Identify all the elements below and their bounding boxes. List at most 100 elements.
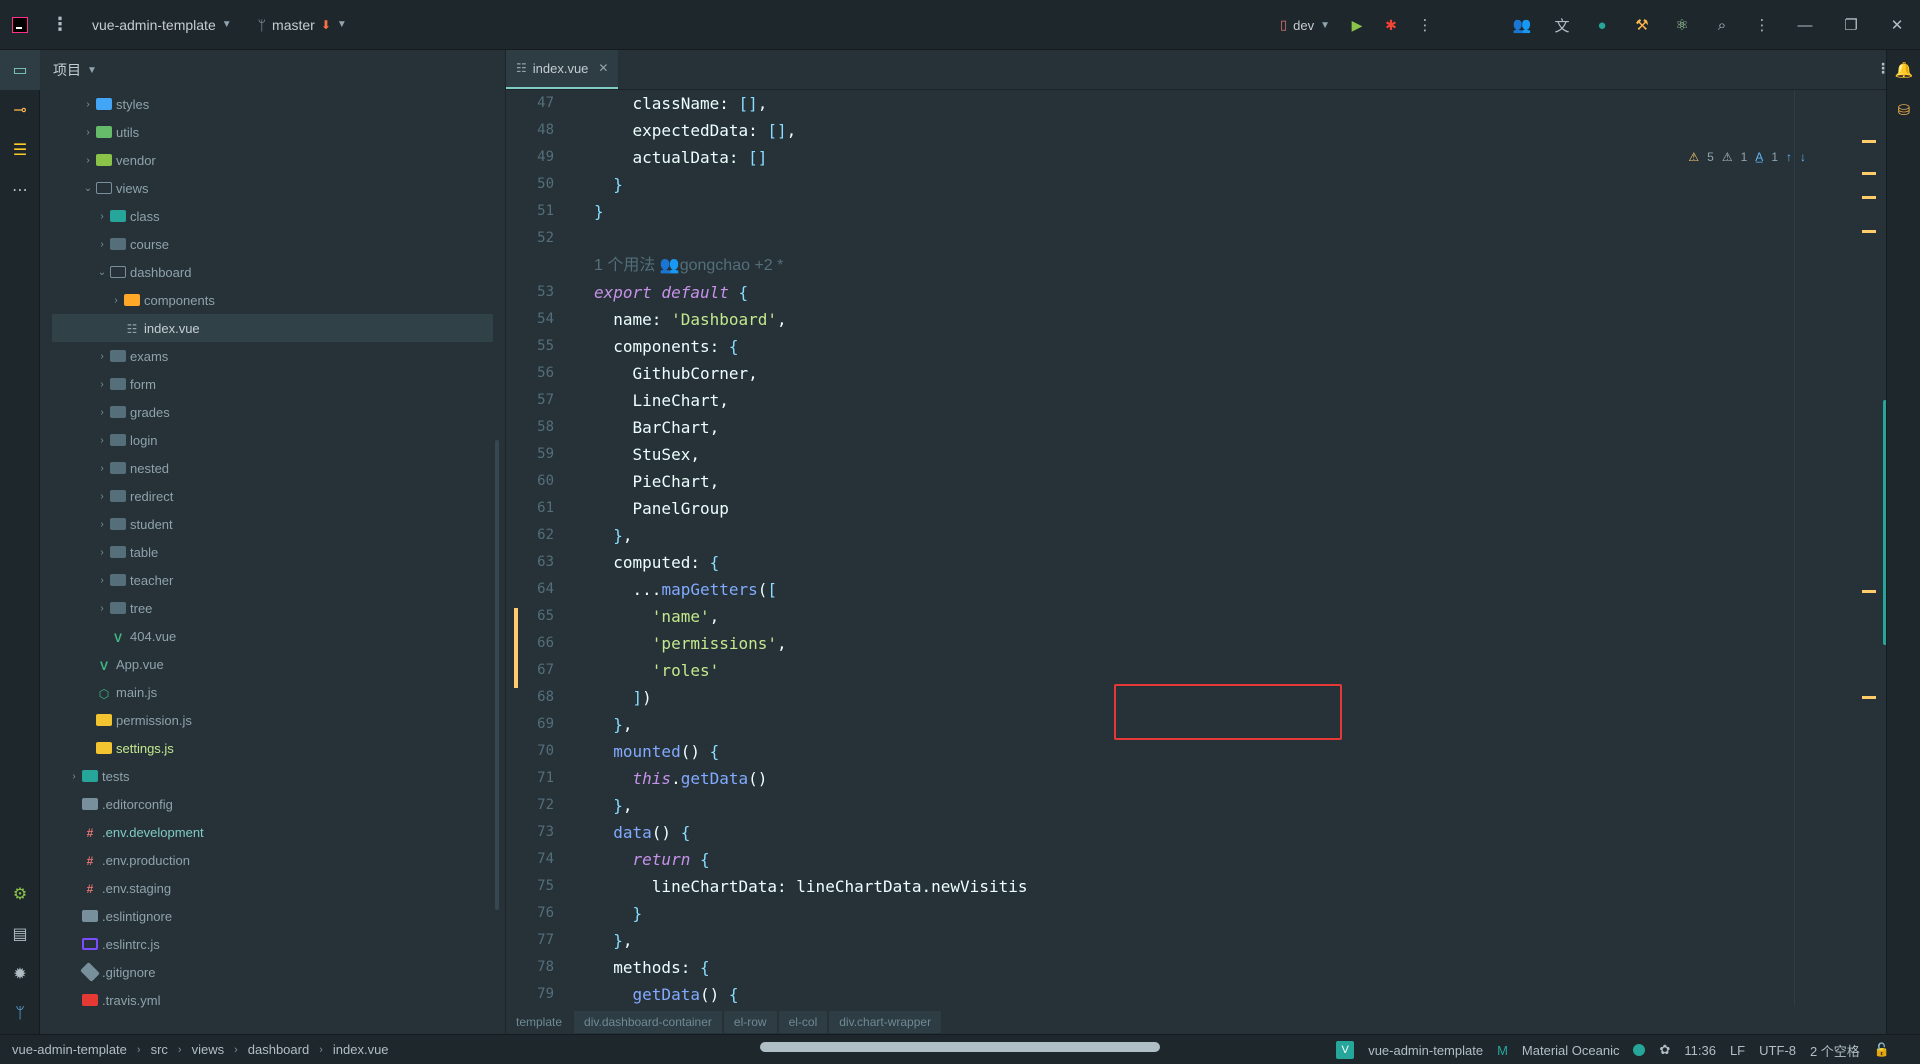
code-area[interactable]: className: [], expectedData: [], actualD… [594,90,1774,1008]
chevron-right-icon[interactable]: › [94,547,110,558]
paw-icon[interactable]: ✿ [1659,1042,1670,1058]
status-project[interactable]: vue-admin-template [1368,1043,1483,1058]
error-stripe-marker[interactable] [1862,590,1876,593]
error-stripe-marker[interactable] [1862,140,1876,143]
status-encoding[interactable]: UTF-8 [1759,1043,1796,1058]
chevron-right-icon[interactable]: › [94,351,110,362]
tree-item[interactable]: .gitignore [40,958,505,986]
chevron-right-icon[interactable]: › [80,155,96,166]
tree-item[interactable]: › course [40,230,505,258]
close-tab-icon[interactable]: ✕ [598,61,608,75]
tree-item[interactable]: ⌄ views [40,174,505,202]
tree-item[interactable]: › login [40,426,505,454]
prev-problem-icon[interactable]: ↑ [1786,150,1792,164]
tree-item[interactable]: .eslintrc.js [40,930,505,958]
tree-item[interactable]: › tests [40,762,505,790]
debug-button[interactable]: ✱ [1374,0,1408,50]
next-problem-icon[interactable]: ↓ [1800,150,1806,164]
chevron-down-icon[interactable]: ⌄ [94,267,110,278]
breadcrumb-item[interactable]: el-col [778,1011,828,1033]
record-icon[interactable]: ● [1582,0,1622,50]
structure-tool-icon[interactable]: ☰ [0,130,40,170]
tree-item[interactable]: › tree [40,594,505,622]
terminal-tool-icon[interactable]: ▤ [0,914,40,954]
project-tool-icon[interactable]: ▭ [0,50,40,90]
status-path-item[interactable]: dashboard [248,1042,309,1057]
chevron-right-icon[interactable]: › [94,491,110,502]
services-tool-icon[interactable]: ⚙ [0,874,40,914]
tree-item[interactable]: # .env.development [40,818,505,846]
chevron-right-icon[interactable]: › [94,603,110,614]
restore-button[interactable]: ❐ [1828,0,1874,50]
chevron-right-icon[interactable]: › [66,771,82,782]
chevron-right-icon[interactable]: › [94,435,110,446]
vcs-change-marker[interactable] [514,608,518,688]
build-tools-icon[interactable]: ⚒ [1622,0,1662,50]
chevron-right-icon[interactable]: › [94,379,110,390]
main-menu-icon[interactable]: ⋮ [40,14,80,35]
more-actions-button[interactable]: ⋮ [1408,0,1442,50]
status-path-item[interactable]: index.vue [333,1042,389,1057]
tree-item[interactable]: .eslintignore [40,902,505,930]
tree-item[interactable]: permission.js [40,706,505,734]
status-indent[interactable]: 2 个空格 [1810,1041,1860,1060]
tree-item[interactable]: # .env.production [40,846,505,874]
project-panel-header[interactable]: 项目 ▼ [40,50,505,90]
editor-tab-index-vue[interactable]: ☷ index.vue ✕ [506,50,619,89]
chevron-right-icon[interactable]: › [108,295,124,306]
tree-item[interactable]: V 404.vue [40,622,505,650]
git-tool-icon[interactable]: ᛘ [0,994,40,1034]
chevron-right-icon[interactable]: › [80,99,96,110]
collab-icon[interactable]: 👥 [1502,0,1542,50]
lock-icon[interactable]: 🔓 [1874,1042,1890,1058]
status-path-item[interactable]: views [192,1042,225,1057]
tree-item[interactable]: ☷ index.vue [52,314,493,342]
error-stripe-marker[interactable] [1862,172,1876,175]
breadcrumb-item[interactable]: div.chart-wrapper [829,1011,942,1033]
error-stripe-marker[interactable] [1862,196,1876,199]
search-icon[interactable]: ⌕ [1702,0,1742,50]
tree-item[interactable]: › exams [40,342,505,370]
tree-item[interactable]: › teacher [40,566,505,594]
tree-item[interactable]: › class [40,202,505,230]
project-panel-scrollbar[interactable] [495,440,499,910]
chevron-right-icon[interactable]: › [94,519,110,530]
tree-item[interactable]: › grades [40,398,505,426]
tree-item[interactable]: .travis.yml [40,986,505,1014]
tree-item[interactable]: › table [40,538,505,566]
ai-assistant-icon[interactable]: ⚛ [1662,0,1702,50]
problems-tool-icon[interactable]: ✹ [0,954,40,994]
chevron-right-icon[interactable]: › [94,211,110,222]
commit-tool-icon[interactable]: ⊸ [0,90,40,130]
tree-item[interactable]: › utils [40,118,505,146]
project-switcher[interactable]: vue-admin-template ▼ [92,17,232,33]
tree-item[interactable]: # .env.staging [40,874,505,902]
tree-item[interactable]: settings.js [40,734,505,762]
tree-item[interactable]: › nested [40,454,505,482]
database-icon[interactable]: ⛁ [1887,90,1920,130]
status-path-item[interactable]: src [151,1042,168,1057]
tree-item[interactable]: › styles [40,90,505,118]
breadcrumb-item[interactable]: el-row [723,1011,777,1033]
breadcrumb-item[interactable]: div.dashboard-container [574,1011,722,1033]
error-stripe-marker[interactable] [1862,696,1876,699]
run-button[interactable]: ▶ [1340,0,1374,50]
tree-item[interactable]: › components [40,286,505,314]
branch-switcher[interactable]: ᛘ master ⬇ ▼ [258,17,347,33]
close-window-button[interactable]: ✕ [1874,0,1920,50]
status-position[interactable]: 11:36 [1684,1043,1716,1058]
chevron-right-icon[interactable]: › [80,127,96,138]
chevron-right-icon[interactable]: › [94,407,110,418]
translate-icon[interactable]: 文 [1542,0,1582,50]
more-tools-icon[interactable]: ⋯ [0,170,40,210]
status-theme[interactable]: Material Oceanic [1522,1043,1620,1058]
chevron-down-icon[interactable]: ⌄ [80,183,96,194]
notifications-icon[interactable]: 🔔 [1887,50,1920,90]
breadcrumb-item[interactable]: template [506,1011,572,1033]
run-config-selector[interactable]: ▯ dev ▼ [1270,17,1340,33]
tree-item[interactable]: › vendor [40,146,505,174]
chevron-right-icon[interactable]: › [94,239,110,250]
tree-item[interactable]: ⌄ dashboard [40,258,505,286]
status-line-separator[interactable]: LF [1730,1043,1745,1058]
tree-item[interactable]: › redirect [40,482,505,510]
